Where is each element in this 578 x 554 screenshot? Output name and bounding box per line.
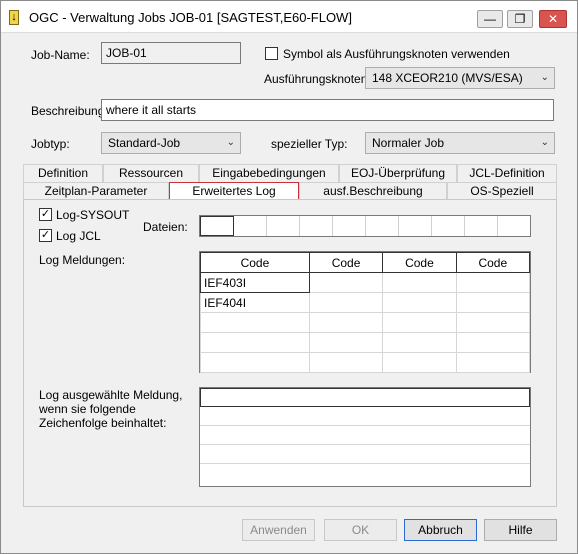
code-cell[interactable] (382, 312, 457, 333)
log-messages-label: Log Meldungen: (39, 253, 126, 267)
code-cell[interactable] (308, 352, 384, 373)
table-row (200, 312, 531, 333)
tab-schedule-params[interactable]: Zeitplan-Parameter (23, 182, 169, 200)
code-cell[interactable] (308, 312, 384, 333)
file-cell[interactable] (333, 216, 366, 236)
file-cell[interactable] (234, 216, 267, 236)
files-label: Dateien: (143, 220, 188, 234)
code-cell[interactable] (382, 292, 457, 313)
table-row (200, 332, 531, 353)
list-item[interactable] (200, 426, 530, 445)
tab-definition[interactable]: Definition (23, 164, 103, 182)
list-item[interactable] (200, 445, 530, 464)
code-cell[interactable] (308, 332, 384, 353)
list-item[interactable] (200, 388, 530, 407)
log-string-list[interactable] (199, 387, 531, 487)
tab-jcl-definition[interactable]: JCL-Definition (457, 164, 557, 182)
close-button[interactable]: ✕ (539, 10, 567, 28)
exec-node-value: 148 XCEOR210 (MVS/ESA) (372, 71, 523, 85)
code-cell[interactable] (455, 312, 531, 333)
log-string-label-line2: wenn sie folgende (39, 402, 136, 416)
file-cell[interactable] (267, 216, 300, 236)
chevron-down-icon: ⌄ (226, 137, 235, 148)
jobtype-select[interactable]: Standard-Job ⌄ (101, 132, 241, 154)
tab-eoj-check[interactable]: EOJ-Überprüfung (339, 164, 457, 182)
list-item[interactable] (200, 464, 530, 483)
column-header[interactable]: Code (382, 252, 457, 273)
code-cell[interactable] (308, 292, 384, 313)
window-title: OGC - Verwaltung Jobs JOB-01 [SAGTEST,E6… (29, 10, 352, 25)
app-icon: ↓ (9, 10, 19, 25)
code-cell[interactable] (455, 332, 531, 353)
file-cell[interactable] (432, 216, 465, 236)
file-cell[interactable] (366, 216, 399, 236)
job-name-field[interactable]: JOB-01 (101, 42, 241, 64)
table-row: IEF404I (200, 292, 531, 313)
log-string-label-line3: Zeichenfolge beinhaltet: (39, 416, 167, 430)
code-cell[interactable] (308, 272, 384, 293)
file-cell[interactable] (200, 216, 234, 236)
column-header[interactable]: Code (455, 252, 531, 273)
tab-input-conditions[interactable]: Eingabebedingungen (199, 164, 339, 182)
code-cell[interactable]: IEF404I (200, 292, 310, 313)
code-cell[interactable] (455, 292, 531, 313)
apply-button[interactable]: Anwenden (242, 519, 315, 541)
log-sysout-checkbox[interactable]: ✓ (39, 208, 52, 221)
code-cell[interactable] (455, 272, 531, 293)
code-cell[interactable] (200, 332, 310, 353)
column-header[interactable]: Code (200, 252, 310, 273)
code-cell[interactable] (200, 352, 310, 373)
table-row: IEF403I (200, 272, 531, 293)
ok-button[interactable]: OK (324, 519, 397, 541)
dialog-window: ↓ OGC - Verwaltung Jobs JOB-01 [SAGTEST,… (0, 0, 578, 554)
special-type-value: Normaler Job (372, 136, 445, 150)
code-cell[interactable] (455, 352, 531, 373)
column-header[interactable]: Code (308, 252, 384, 273)
symbol-checkbox-label: Symbol als Ausführungsknoten verwenden (283, 47, 510, 61)
tab-exec-description[interactable]: ausf.Beschreibung (299, 182, 447, 200)
code-cell[interactable] (382, 272, 457, 293)
description-label: Beschreibung: (31, 104, 108, 118)
jobtype-label: Jobtyp: (31, 137, 70, 151)
chevron-down-icon: ⌄ (540, 72, 549, 83)
tab-resources[interactable]: Ressourcen (103, 164, 199, 182)
minimize-button[interactable]: — (477, 10, 503, 28)
maximize-button[interactable]: ❐ (507, 10, 533, 28)
code-cell[interactable] (382, 332, 457, 353)
code-cell[interactable] (382, 352, 457, 373)
file-cell[interactable] (498, 216, 530, 236)
description-field[interactable]: where it all starts (101, 99, 554, 121)
table-row (200, 352, 531, 373)
log-string-label-line1: Log ausgewählte Meldung, (39, 388, 183, 402)
jobtype-value: Standard-Job (108, 136, 181, 150)
log-messages-grid: Code Code Code Code IEF403I IEF404I (199, 251, 531, 373)
exec-node-label: Ausführungsknoten: (264, 72, 371, 86)
code-cell[interactable] (200, 312, 310, 333)
title-bar: ↓ OGC - Verwaltung Jobs JOB-01 [SAGTEST,… (1, 1, 577, 33)
file-cell[interactable] (300, 216, 333, 236)
tab-os-special[interactable]: OS-Speziell (447, 182, 557, 200)
cancel-button[interactable]: Abbruch (404, 519, 477, 541)
chevron-down-icon: ⌄ (540, 137, 549, 148)
log-sysout-label: Log-SYSOUT (56, 208, 130, 222)
special-type-select[interactable]: Normaler Job ⌄ (365, 132, 555, 154)
log-jcl-label: Log JCL (56, 229, 101, 243)
help-button[interactable]: Hilfe (484, 519, 557, 541)
file-cell[interactable] (399, 216, 432, 236)
tab-extended-log[interactable]: Erweitertes Log (169, 182, 299, 200)
list-item[interactable] (200, 407, 530, 426)
code-cell[interactable]: IEF403I (200, 272, 310, 293)
file-cell[interactable] (465, 216, 498, 236)
exec-node-select[interactable]: 148 XCEOR210 (MVS/ESA) ⌄ (365, 67, 555, 89)
symbol-checkbox[interactable] (265, 47, 278, 60)
log-jcl-checkbox[interactable]: ✓ (39, 229, 52, 242)
files-input[interactable] (199, 215, 531, 237)
special-type-label: spezieller Typ: (271, 137, 348, 151)
job-name-label: Job-Name: (31, 48, 90, 62)
